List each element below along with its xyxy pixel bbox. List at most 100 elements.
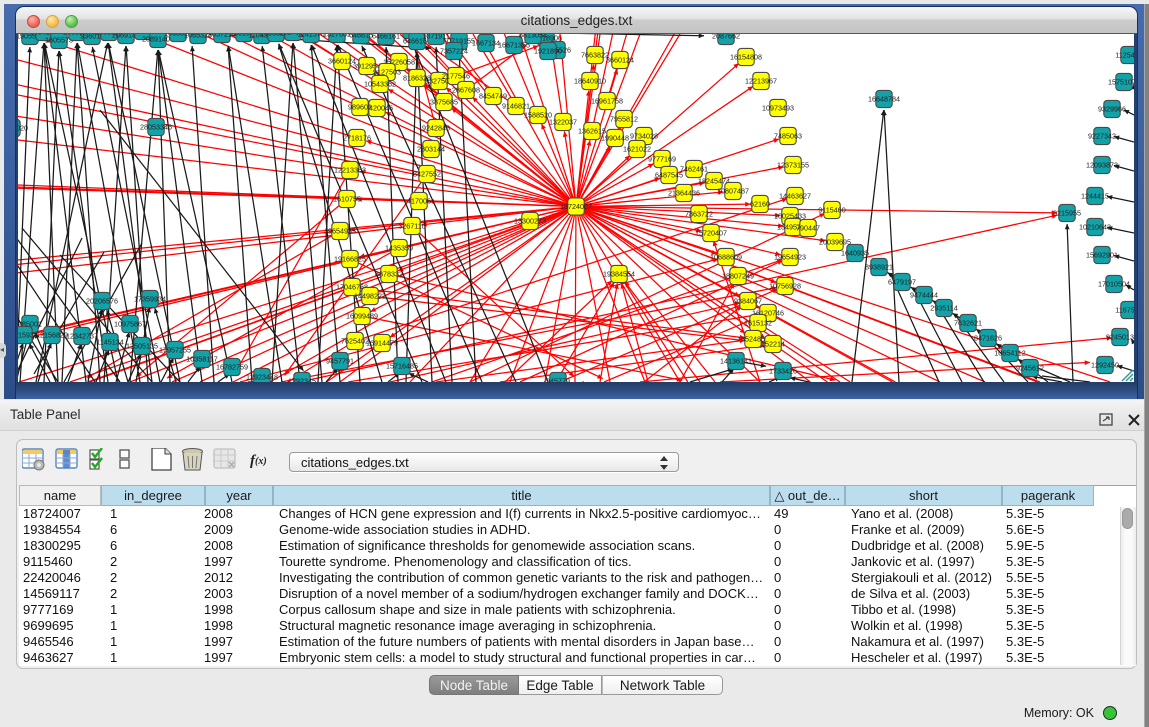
svg-text:6466161: 6466161 bbox=[372, 34, 400, 41]
svg-text:17359934: 17359934 bbox=[134, 295, 166, 304]
svg-text:9245013: 9245013 bbox=[1106, 333, 1134, 342]
svg-text:19654935: 19654935 bbox=[324, 227, 356, 236]
svg-text:8813054: 8813054 bbox=[519, 34, 547, 40]
svg-text:9329966: 9329966 bbox=[1098, 105, 1126, 114]
svg-text:19654923: 19654923 bbox=[774, 253, 806, 262]
svg-text:1640935: 1640935 bbox=[841, 249, 869, 258]
svg-text:18724007: 18724007 bbox=[560, 202, 592, 211]
svg-text:7485063: 7485063 bbox=[774, 132, 802, 141]
svg-text:9384067: 9384067 bbox=[734, 297, 762, 306]
svg-text:7632621: 7632621 bbox=[954, 319, 982, 328]
svg-text:15716485: 15716485 bbox=[386, 362, 418, 371]
svg-text:17957255: 17957255 bbox=[159, 346, 191, 355]
svg-text:1141576: 1141576 bbox=[297, 34, 324, 39]
svg-text:19166825: 19166825 bbox=[334, 255, 366, 264]
svg-text:20039695: 20039695 bbox=[819, 238, 851, 247]
svg-text:1435359: 1435359 bbox=[385, 244, 413, 253]
svg-text:10688609: 10688609 bbox=[710, 253, 742, 262]
svg-text:1990448: 1990448 bbox=[601, 134, 629, 143]
svg-text:14463627: 14463627 bbox=[779, 192, 811, 201]
svg-text:12373155: 12373155 bbox=[777, 161, 809, 170]
svg-text:12093873: 12093873 bbox=[1086, 161, 1118, 170]
svg-text:1527602: 1527602 bbox=[323, 34, 351, 39]
svg-text:1733426: 1733426 bbox=[769, 367, 797, 376]
svg-text:2803144: 2803144 bbox=[417, 145, 445, 154]
svg-text:8471626: 8471626 bbox=[974, 334, 1002, 343]
svg-text:252214: 252214 bbox=[761, 340, 785, 349]
svg-text:16914479: 16914479 bbox=[366, 339, 398, 348]
svg-text:9777169: 9777169 bbox=[648, 155, 676, 164]
svg-text:1610755: 1610755 bbox=[333, 195, 361, 204]
svg-text:1921890: 1921890 bbox=[534, 47, 562, 56]
svg-text:9146821: 9146821 bbox=[502, 102, 530, 111]
svg-text:945779: 945779 bbox=[546, 377, 570, 382]
svg-text:10756928: 10756928 bbox=[769, 282, 801, 291]
svg-text:3660124: 3660124 bbox=[606, 56, 634, 65]
svg-text:7863722: 7863722 bbox=[685, 210, 713, 219]
svg-text:15751074: 15751074 bbox=[1108, 78, 1134, 87]
svg-text:9457791: 9457791 bbox=[326, 357, 354, 366]
svg-text:9115460: 9115460 bbox=[818, 206, 845, 215]
svg-text:1292450: 1292450 bbox=[1091, 361, 1119, 370]
svg-text:16782759: 16782759 bbox=[216, 363, 248, 372]
svg-text:14136141: 14136141 bbox=[720, 357, 752, 366]
svg-text:1588520: 1588520 bbox=[524, 111, 552, 120]
svg-text:(x): (x) bbox=[255, 456, 267, 467]
svg-text:12923448: 12923448 bbox=[246, 373, 278, 382]
svg-text:12505135: 12505135 bbox=[126, 342, 158, 351]
svg-text:17010504: 17010504 bbox=[1098, 280, 1130, 289]
svg-text:16154808: 16154808 bbox=[730, 53, 762, 62]
svg-text:12213967: 12213967 bbox=[745, 77, 777, 86]
svg-text:1125419: 1125419 bbox=[1115, 51, 1134, 60]
svg-text:16961758: 16961758 bbox=[591, 97, 623, 106]
svg-text:7955812: 7955812 bbox=[610, 115, 638, 124]
svg-text:10210643: 10210643 bbox=[1079, 223, 1111, 232]
svg-text:8427552: 8427552 bbox=[413, 170, 441, 179]
svg-text:15720407: 15720407 bbox=[695, 229, 727, 238]
svg-text:10654112: 10654112 bbox=[994, 349, 1025, 358]
svg-text:1667134: 1667134 bbox=[472, 39, 500, 48]
svg-text:18640910: 18640910 bbox=[574, 77, 606, 86]
svg-text:9474444: 9474444 bbox=[910, 291, 938, 300]
svg-text:9242848: 9242848 bbox=[422, 124, 450, 133]
svg-text:19384554: 19384554 bbox=[603, 270, 635, 279]
svg-text:62160: 62160 bbox=[750, 200, 770, 209]
svg-text:8454749: 8454749 bbox=[479, 92, 507, 101]
svg-text:17661020: 17661020 bbox=[18, 124, 28, 133]
svg-text:790447: 790447 bbox=[796, 224, 820, 233]
svg-text:3660124: 3660124 bbox=[328, 57, 356, 66]
svg-text:2935114: 2935114 bbox=[930, 304, 957, 313]
svg-text:1615132: 1615132 bbox=[744, 319, 772, 328]
svg-text:3915934: 3915934 bbox=[18, 331, 38, 340]
svg-text:646615: 646615 bbox=[349, 34, 373, 40]
svg-text:15692901: 15692901 bbox=[1086, 251, 1118, 260]
svg-text:8878332: 8878332 bbox=[375, 270, 403, 279]
svg-text:1292345: 1292345 bbox=[288, 377, 316, 382]
svg-text:21364436: 21364436 bbox=[668, 189, 700, 198]
svg-text:1621022: 1621022 bbox=[623, 145, 651, 154]
svg-text:417006: 417006 bbox=[407, 197, 431, 206]
svg-text:9245612: 9245612 bbox=[1016, 364, 1044, 373]
svg-text:10543362: 10543362 bbox=[364, 80, 396, 89]
svg-text:6479197: 6479197 bbox=[888, 278, 916, 287]
svg-text:7357224: 7357224 bbox=[440, 47, 468, 56]
svg-text:18807249: 18807249 bbox=[722, 272, 754, 281]
svg-text:2087662: 2087662 bbox=[712, 34, 740, 41]
svg-text:9227342: 9227342 bbox=[1088, 132, 1116, 141]
svg-text:10973493: 10973493 bbox=[762, 104, 794, 113]
svg-text:7462461: 7462461 bbox=[680, 165, 708, 174]
svg-text:3267110: 3267110 bbox=[398, 222, 425, 231]
svg-text:1145134: 1145134 bbox=[96, 338, 123, 347]
svg-text:1244415: 1244415 bbox=[1081, 192, 1109, 201]
svg-text:10358117: 10358117 bbox=[186, 355, 217, 364]
svg-text:2867608: 2867608 bbox=[452, 86, 480, 95]
svg-text:12213363: 12213363 bbox=[334, 166, 366, 175]
svg-text:3215955: 3215955 bbox=[1053, 209, 1081, 218]
svg-text:1322037: 1322037 bbox=[549, 118, 577, 127]
svg-text:1167533: 1167533 bbox=[1115, 306, 1134, 315]
svg-text:7625402: 7625402 bbox=[341, 337, 369, 346]
svg-text:7663822: 7663822 bbox=[581, 51, 609, 60]
svg-text:8938921: 8938921 bbox=[865, 263, 893, 272]
svg-text:2177546: 2177546 bbox=[442, 72, 470, 81]
svg-text:13300273: 13300273 bbox=[514, 217, 546, 226]
